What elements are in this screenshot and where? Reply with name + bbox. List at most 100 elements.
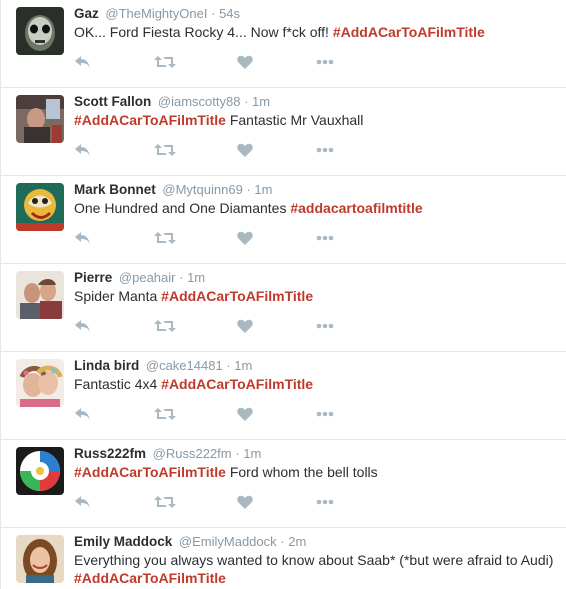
hashtag-link[interactable]: #AddACarToAFilmTitle [74, 112, 226, 128]
timestamp[interactable]: 1m [252, 94, 270, 109]
tweet-header: Pierre @peahair · 1m [74, 269, 205, 287]
tweet-text-before: Spider Manta [74, 288, 158, 304]
tweet-actions [74, 491, 344, 513]
tweet-actions [74, 139, 344, 161]
tweet-text-before: OK... Ford Fiesta Rocky 4... Now f*ck of… [74, 24, 329, 40]
tweet-text: Everything you always wanted to know abo… [74, 551, 564, 587]
more-button[interactable] [316, 51, 334, 73]
avatar[interactable] [16, 447, 64, 495]
avatar[interactable] [16, 271, 64, 319]
user-name[interactable]: Linda bird [74, 358, 139, 373]
reply-button[interactable] [74, 139, 92, 161]
tweet-text: One Hundred and One Diamantes #addacarto… [74, 199, 564, 217]
user-name[interactable]: Emily Maddock [74, 534, 172, 549]
reply-button[interactable] [74, 403, 92, 425]
heart-icon [237, 407, 253, 421]
tweet-text: #AddACarToAFilmTitle Ford whom the bell … [74, 463, 564, 481]
timestamp[interactable]: 1m [234, 358, 252, 373]
tweet-header: Emily Maddock @EmilyMaddock · 2m [74, 533, 306, 551]
retweet-button[interactable] [154, 139, 176, 161]
tweet-header: Russ222fm @Russ222fm · 1m [74, 445, 261, 463]
tweet-text: #AddACarToAFilmTitle Fantastic Mr Vauxha… [74, 111, 564, 129]
tweet-item[interactable]: Russ222fm @Russ222fm · 1m #AddACarToAFil… [1, 440, 566, 528]
user-handle[interactable]: @cake14481 [146, 358, 223, 373]
heart-icon [237, 55, 253, 69]
user-handle[interactable]: @EmilyMaddock [179, 534, 277, 549]
timestamp[interactable]: 1m [243, 446, 261, 461]
avatar[interactable] [16, 359, 64, 407]
like-button[interactable] [237, 51, 253, 73]
more-button[interactable] [316, 315, 334, 337]
like-button[interactable] [237, 315, 253, 337]
hashtag-link[interactable]: #AddACarToAFilmTitle [333, 24, 485, 40]
reply-icon [74, 319, 92, 333]
more-dots-icon [316, 147, 334, 153]
more-button[interactable] [316, 403, 334, 425]
tweet-actions [74, 227, 344, 249]
tweet-header: Gaz @TheMightyOneI · 54s [74, 5, 240, 23]
timestamp[interactable]: 1m [254, 182, 272, 197]
reply-icon [74, 143, 92, 157]
tweet-header: Linda bird @cake14481 · 1m [74, 357, 252, 375]
retweet-button[interactable] [154, 51, 176, 73]
tweet-item[interactable]: Linda bird @cake14481 · 1m Fantastic 4x4… [1, 352, 566, 440]
retweet-icon [154, 143, 176, 157]
user-name[interactable]: Scott Fallon [74, 94, 151, 109]
user-name[interactable]: Pierre [74, 270, 112, 285]
more-button[interactable] [316, 139, 334, 161]
retweet-icon [154, 495, 176, 509]
retweet-button[interactable] [154, 491, 176, 513]
tweet-item[interactable]: Scott Fallon @iamscotty88 · 1m #AddACarT… [1, 88, 566, 176]
timestamp[interactable]: 2m [288, 534, 306, 549]
reply-icon [74, 495, 92, 509]
like-button[interactable] [237, 403, 253, 425]
user-handle[interactable]: @Mytquinn69 [162, 182, 242, 197]
hashtag-link[interactable]: #addacartoafilmtitle [290, 200, 422, 216]
avatar[interactable] [16, 535, 64, 583]
hashtag-link[interactable]: #AddACarToAFilmTitle [74, 464, 226, 480]
hashtag-link[interactable]: #AddACarToAFilmTitle [161, 376, 313, 392]
user-handle[interactable]: @iamscotty88 [158, 94, 241, 109]
more-button[interactable] [316, 227, 334, 249]
more-dots-icon [316, 59, 334, 65]
tweet-item[interactable]: Emily Maddock @EmilyMaddock · 2m Everyth… [1, 528, 566, 589]
like-button[interactable] [237, 139, 253, 161]
user-handle[interactable]: @TheMightyOneI [105, 6, 207, 21]
like-button[interactable] [237, 227, 253, 249]
user-name[interactable]: Mark Bonnet [74, 182, 156, 197]
hashtag-link[interactable]: #AddACarToAFilmTitle [74, 570, 226, 586]
tweet-timeline: Gaz @TheMightyOneI · 54s OK... Ford Fies… [0, 0, 566, 589]
separator-dot: · [226, 358, 231, 373]
tweet-item[interactable]: Mark Bonnet @Mytquinn69 · 1m One Hundred… [1, 176, 566, 264]
timestamp[interactable]: 1m [187, 270, 205, 285]
tweet-item[interactable]: Gaz @TheMightyOneI · 54s OK... Ford Fies… [1, 0, 566, 88]
user-name[interactable]: Gaz [74, 6, 99, 21]
avatar[interactable] [16, 95, 64, 143]
reply-button[interactable] [74, 491, 92, 513]
tweet-actions [74, 51, 344, 73]
timestamp[interactable]: 54s [219, 6, 240, 21]
heart-icon [237, 495, 253, 509]
user-handle[interactable]: @peahair [119, 270, 176, 285]
hashtag-link[interactable]: #AddACarToAFilmTitle [161, 288, 313, 304]
retweet-button[interactable] [154, 227, 176, 249]
user-name[interactable]: Russ222fm [74, 446, 146, 461]
more-button[interactable] [316, 491, 334, 513]
retweet-button[interactable] [154, 403, 176, 425]
like-button[interactable] [237, 491, 253, 513]
tweet-text-before: One Hundred and One Diamantes [74, 200, 287, 216]
avatar[interactable] [16, 7, 64, 55]
retweet-icon [154, 407, 176, 421]
separator-dot: · [235, 446, 240, 461]
user-handle[interactable]: @Russ222fm [153, 446, 232, 461]
tweet-text: Spider Manta #AddACarToAFilmTitle [74, 287, 564, 305]
reply-button[interactable] [74, 315, 92, 337]
avatar[interactable] [16, 183, 64, 231]
tweet-text-after: Fantastic Mr Vauxhall [229, 112, 364, 128]
reply-button[interactable] [74, 51, 92, 73]
tweet-item[interactable]: Pierre @peahair · 1m Spider Manta #AddAC… [1, 264, 566, 352]
retweet-icon [154, 55, 176, 69]
retweet-button[interactable] [154, 315, 176, 337]
retweet-icon [154, 231, 176, 245]
reply-button[interactable] [74, 227, 92, 249]
